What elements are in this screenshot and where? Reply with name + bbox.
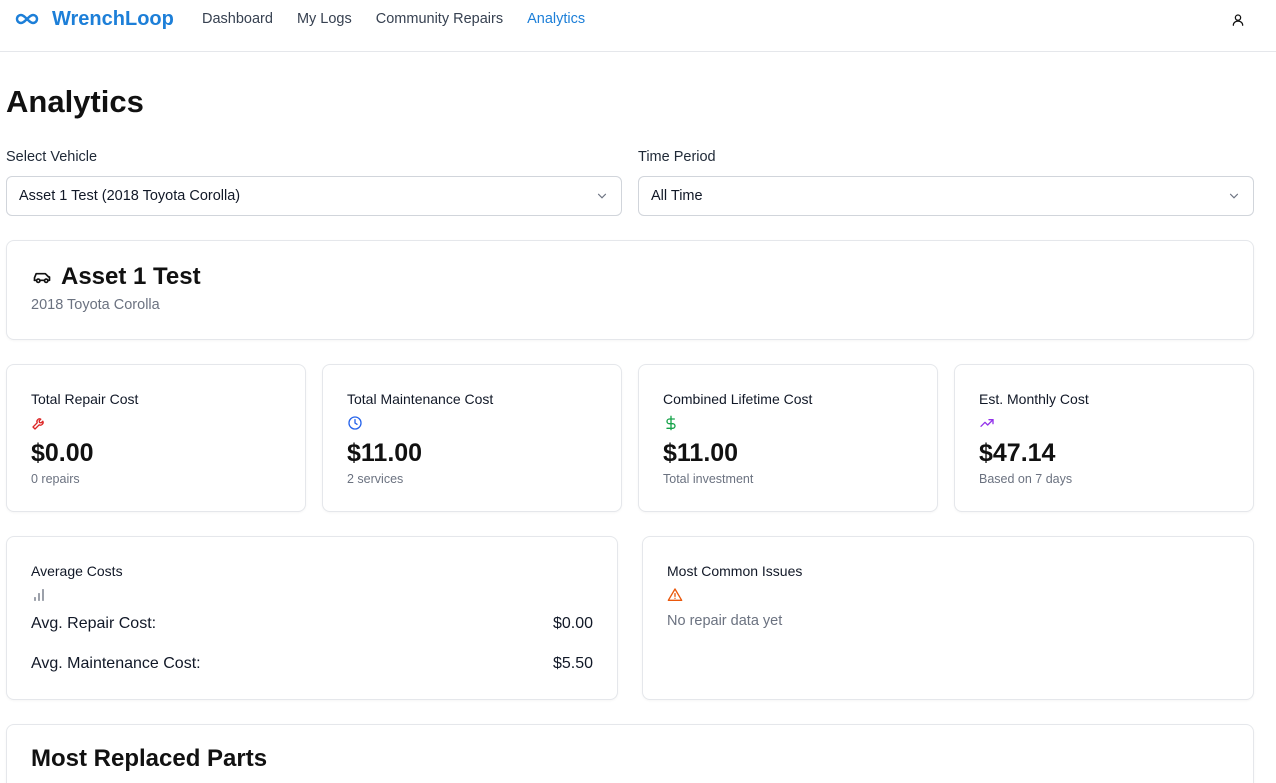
dollar-icon bbox=[666, 415, 676, 431]
common-issues-empty: No repair data yet bbox=[667, 613, 783, 629]
avg-maintenance-row: Avg. Maintenance Cost: $5.50 bbox=[31, 655, 593, 673]
vehicle-subtitle: 2018 Toyota Corolla bbox=[31, 297, 160, 313]
app-logo[interactable]: WrenchLoop bbox=[14, 6, 174, 32]
nav-item-dashboard[interactable]: Dashboard bbox=[202, 11, 273, 27]
stat-card-repair: Total Repair Cost $0.00 0 repairs bbox=[6, 364, 306, 512]
stat-title: Total Maintenance Cost bbox=[347, 391, 494, 407]
stat-title: Total Repair Cost bbox=[31, 391, 139, 407]
avg-maintenance-label: Avg. Maintenance Cost: bbox=[31, 655, 201, 672]
stat-value: $0.00 bbox=[31, 439, 94, 467]
stat-value: $47.14 bbox=[979, 439, 1056, 467]
common-issues-card: Most Common Issues No repair data yet bbox=[642, 536, 1254, 700]
average-costs-card: Average Costs Avg. Repair Cost: $0.00 Av… bbox=[6, 536, 618, 700]
avg-repair-value: $0.00 bbox=[552, 615, 593, 632]
stat-card-maintenance: Total Maintenance Cost $11.00 2 services bbox=[322, 364, 622, 512]
nav-item-analytics[interactable]: Analytics bbox=[527, 11, 585, 27]
period-select-value: All Time bbox=[651, 188, 703, 204]
replaced-parts-card: Most Replaced Parts bbox=[6, 724, 1254, 783]
common-issues-title: Most Common Issues bbox=[667, 563, 803, 579]
avg-repair-label: Avg. Repair Cost: bbox=[31, 615, 157, 632]
chevron-down-icon bbox=[1229, 193, 1239, 199]
car-icon bbox=[33, 272, 51, 284]
nav-item-community-repairs[interactable]: Community Repairs bbox=[376, 11, 503, 27]
vehicle-heading: Asset 1 Test bbox=[31, 263, 201, 291]
avg-repair-row: Avg. Repair Cost: $0.00 bbox=[31, 615, 593, 633]
nav-item-my-logs[interactable]: My Logs bbox=[297, 11, 352, 27]
replaced-parts-title: Most Replaced Parts bbox=[31, 745, 268, 772]
trending-up-icon bbox=[980, 419, 994, 427]
vehicle-select-value: Asset 1 Test (2018 Toyota Corolla) bbox=[19, 188, 241, 204]
stat-subtext: Total investment bbox=[663, 472, 754, 486]
stat-value: $11.00 bbox=[347, 439, 423, 467]
vehicle-card: Asset 1 Test 2018 Toyota Corolla bbox=[6, 240, 1254, 340]
warning-icon bbox=[667, 588, 683, 601]
page-title: Analytics bbox=[6, 84, 144, 119]
app-name: WrenchLoop bbox=[52, 7, 174, 30]
main-nav: Dashboard My Logs Community Repairs Anal… bbox=[202, 11, 609, 27]
stat-title: Combined Lifetime Cost bbox=[663, 391, 813, 407]
stat-card-lifetime: Combined Lifetime Cost $11.00 Total inve… bbox=[638, 364, 938, 512]
vehicle-select[interactable]: Asset 1 Test (2018 Toyota Corolla) bbox=[6, 176, 622, 216]
stat-subtext: 0 repairs bbox=[31, 472, 80, 486]
period-select-label: Time Period bbox=[638, 149, 716, 165]
chevron-down-icon bbox=[597, 193, 607, 199]
vehicle-select-label: Select Vehicle bbox=[6, 149, 98, 165]
period-select[interactable]: All Time bbox=[638, 176, 1254, 216]
average-costs-title: Average Costs bbox=[31, 563, 123, 579]
user-icon[interactable] bbox=[1228, 10, 1248, 30]
loop-logo-icon bbox=[14, 6, 40, 32]
stat-subtext: Based on 7 days bbox=[979, 472, 1073, 486]
stat-card-monthly: Est. Monthly Cost $47.14 Based on 7 days bbox=[954, 364, 1254, 512]
clock-icon bbox=[348, 416, 362, 430]
stat-title: Est. Monthly Cost bbox=[979, 391, 1089, 407]
bar-chart-icon bbox=[34, 589, 44, 601]
stat-subtext: 2 services bbox=[347, 472, 404, 486]
vehicle-name: Asset 1 Test bbox=[61, 263, 201, 290]
avg-maintenance-value: $5.50 bbox=[552, 655, 593, 672]
stat-value: $11.00 bbox=[663, 439, 739, 467]
wrench-icon bbox=[32, 418, 44, 430]
top-navbar: WrenchLoop Dashboard My Logs Community R… bbox=[0, 0, 1276, 52]
